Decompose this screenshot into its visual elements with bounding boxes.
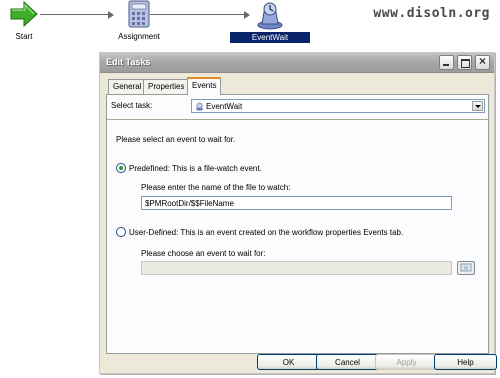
select-task-value: EventWait [206, 102, 243, 111]
maximize-button[interactable] [457, 55, 472, 70]
calculator-icon [128, 0, 150, 28]
dialog-titlebar[interactable]: Edit Tasks × [100, 53, 494, 73]
chevron-down-icon[interactable] [472, 101, 483, 111]
events-tab-panel: Select task: EventWait Please select an … [106, 94, 489, 354]
node-label-start: Start [15, 32, 33, 41]
close-button[interactable]: × [475, 54, 490, 70]
ok-button[interactable]: OK [257, 354, 320, 370]
event-wait-icon [257, 2, 283, 30]
browse-events-button[interactable] [457, 261, 475, 275]
predefined-radio[interactable] [116, 163, 126, 173]
workflow-node-assignment[interactable]: Assignment [112, 0, 166, 44]
cancel-button[interactable]: Cancel [316, 354, 379, 370]
edit-tasks-dialog: Edit Tasks × General Properties Events S… [99, 52, 497, 374]
user-defined-radio[interactable] [116, 227, 126, 237]
user-defined-label[interactable]: User-Defined: This is an event created o… [129, 228, 403, 237]
watermark-text: www.disoln.org [373, 6, 490, 21]
workflow-link [40, 14, 112, 15]
tab-general[interactable]: General [108, 79, 147, 94]
divider [107, 119, 488, 120]
workflow-node-eventwait[interactable]: EventWait [230, 0, 310, 44]
file-watch-prompt: Please enter the name of the file to wat… [141, 183, 291, 192]
dialog-title: Edit Tasks [106, 57, 151, 67]
file-name-input[interactable]: $PMRootDir/$$FileName [141, 196, 452, 210]
event-choose-prompt: Please choose an event to wait for: [141, 249, 266, 258]
node-label-assignment: Assignment [118, 32, 160, 41]
minimize-button[interactable] [439, 55, 454, 70]
select-task-dropdown[interactable]: EventWait [191, 99, 485, 113]
close-icon: × [478, 54, 486, 68]
browse-icon [460, 263, 472, 272]
instruction-text: Please select an event to wait for. [116, 135, 236, 144]
tab-properties[interactable]: Properties [143, 79, 190, 94]
predefined-label[interactable]: Predefined: This is a file-watch event. [129, 164, 262, 173]
start-arrow-icon [10, 0, 38, 28]
event-wait-icon [195, 102, 204, 111]
select-task-label: Select task: [111, 101, 153, 110]
help-button[interactable]: Help [434, 354, 497, 370]
user-event-input [141, 261, 452, 275]
node-label-eventwait: EventWait [230, 32, 310, 43]
tab-events[interactable]: Events [187, 77, 222, 95]
workflow-node-start[interactable]: Start [6, 0, 42, 44]
apply-button[interactable]: Apply [375, 354, 438, 370]
